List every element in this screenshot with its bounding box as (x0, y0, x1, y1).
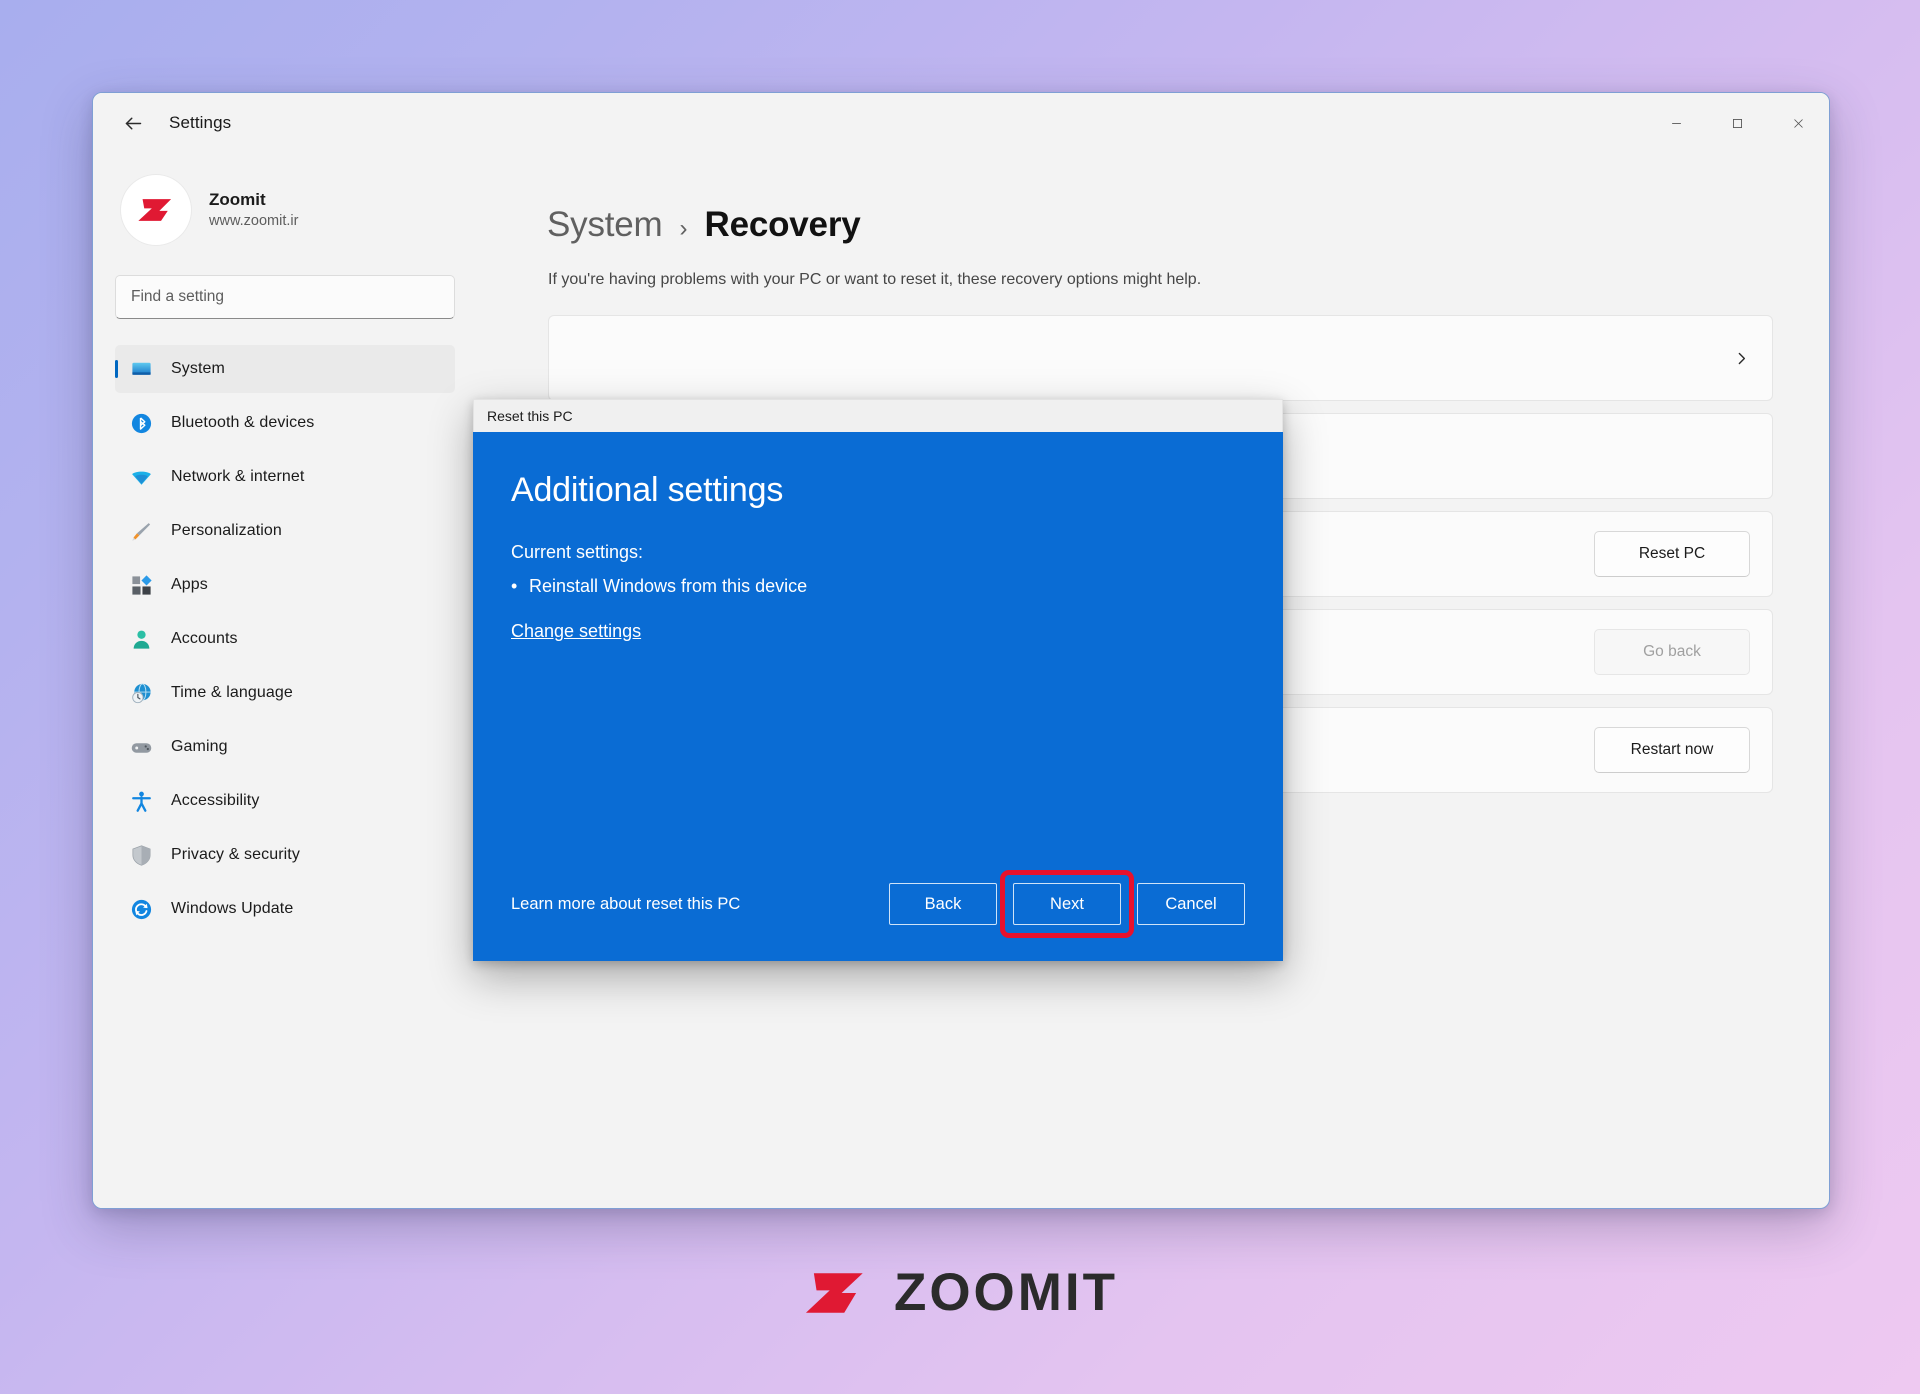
breadcrumb-separator-icon: › (679, 215, 688, 242)
update-refresh-icon (128, 896, 154, 922)
page-subtitle: If you're having problems with your PC o… (548, 271, 1202, 288)
learn-more-link[interactable]: Learn more about reset this PC (511, 895, 873, 914)
profile-url: www.zoomit.ir (209, 212, 299, 229)
sidebar: Zoomit www.zoomit.ir Find a setting Syst… (93, 153, 477, 1208)
sidebar-item-bluetooth-devices[interactable]: Bluetooth & devices (115, 399, 455, 447)
dialog-footer: Learn more about reset this PC Back Next… (473, 870, 1283, 938)
breadcrumb-parent[interactable]: System (547, 205, 663, 245)
maximize-button[interactable] (1707, 93, 1768, 153)
minimize-icon (1672, 122, 1681, 124)
current-settings-label: Current settings: (511, 542, 644, 563)
maximize-icon (1733, 118, 1742, 128)
dialog-back-button[interactable]: Back (889, 883, 997, 925)
window-controls (1646, 93, 1829, 153)
sidebar-item-windows-update[interactable]: Windows Update (115, 885, 455, 933)
change-settings-link[interactable]: Change settings (511, 621, 641, 642)
arrow-left-icon (125, 117, 141, 129)
sidebar-item-label: Bluetooth & devices (171, 414, 315, 431)
bullet-icon: • (511, 576, 518, 597)
avatar (121, 175, 191, 245)
breadcrumb: System › Recovery (547, 205, 1773, 245)
sidebar-item-label: Accessibility (171, 792, 260, 809)
zoomit-z-logo (802, 1266, 868, 1320)
window-titlebar: Settings (93, 93, 1829, 153)
sidebar-item-apps[interactable]: Apps (115, 561, 455, 609)
dialog-cancel-button[interactable]: Cancel (1137, 883, 1245, 925)
back-button[interactable] (113, 103, 153, 143)
page-title: Recovery (704, 205, 861, 244)
sidebar-item-label: System (171, 360, 225, 377)
dialog-titlebar: Reset this PC (473, 399, 1283, 432)
dialog-heading: Additional settings (511, 471, 784, 509)
sidebar-item-label: Personalization (171, 522, 282, 539)
setting-text: Reinstall Windows from this device (529, 576, 808, 597)
sidebar-item-label: Network & internet (171, 468, 305, 485)
search-input[interactable] (115, 275, 455, 319)
current-settings-list: • Reinstall Windows from this device (511, 573, 1245, 600)
go-back-button[interactable]: Go back (1594, 629, 1750, 675)
sidebar-item-accounts[interactable]: Accounts (115, 615, 455, 663)
clock-globe-icon (128, 680, 154, 706)
sidebar-item-label: Windows Update (171, 900, 294, 917)
shield-icon (128, 842, 154, 868)
zoomit-logo-avatar (138, 199, 172, 221)
sidebar-item-network-internet[interactable]: Network & internet (115, 453, 455, 501)
sidebar-item-label: Privacy & security (171, 846, 300, 863)
window-title: Settings (169, 113, 232, 132)
gamepad-icon (128, 734, 154, 760)
search-container (115, 275, 455, 319)
sidebar-item-label: Accounts (171, 630, 238, 647)
bluetooth-icon (128, 410, 154, 436)
close-icon (1794, 118, 1803, 128)
sidebar-item-label: Time & language (171, 684, 293, 701)
list-item: • Reinstall Windows from this device (511, 573, 1245, 600)
sidebar-item-time-language[interactable]: Time & language (115, 669, 455, 717)
sidebar-item-accessibility[interactable]: Accessibility (115, 777, 455, 825)
monitor-icon (128, 356, 154, 382)
sidebar-nav: System Bluetooth & devices Network & int… (115, 345, 455, 933)
user-profile[interactable]: Zoomit www.zoomit.ir (121, 167, 455, 253)
apps-icon (128, 572, 154, 598)
settings-window: Settings Zoomit www.zoomit.ir Find a set… (92, 92, 1830, 1209)
paintbrush-icon (128, 518, 154, 544)
next-button-highlight: Next (1000, 870, 1134, 938)
close-button[interactable] (1768, 93, 1829, 153)
dialog-next-button[interactable]: Next (1013, 883, 1121, 925)
zoomit-wordmark: ZOOMIT (893, 1263, 1119, 1322)
accessibility-icon (128, 788, 154, 814)
sidebar-item-system[interactable]: System (115, 345, 455, 393)
sidebar-item-gaming[interactable]: Gaming (115, 723, 455, 771)
sidebar-item-label: Apps (171, 576, 208, 593)
sidebar-item-label: Gaming (171, 738, 228, 755)
chevron-right-icon (1733, 350, 1750, 367)
restart-now-button[interactable]: Restart now (1594, 727, 1750, 773)
dialog-body: Additional settings Current settings: • … (473, 432, 1283, 961)
recovery-card-fix-problems[interactable] (548, 315, 1773, 401)
minimize-button[interactable] (1646, 93, 1707, 153)
sidebar-item-privacy-security[interactable]: Privacy & security (115, 831, 455, 879)
profile-name: Zoomit (209, 189, 266, 209)
sidebar-item-personalization[interactable]: Personalization (115, 507, 455, 555)
wifi-icon (128, 464, 154, 490)
person-icon (128, 626, 154, 652)
zoomit-watermark: ZOOMIT (0, 1262, 1920, 1323)
reset-this-pc-dialog: Reset this PC Additional settings Curren… (473, 399, 1283, 961)
reset-pc-button[interactable]: Reset PC (1594, 531, 1750, 577)
